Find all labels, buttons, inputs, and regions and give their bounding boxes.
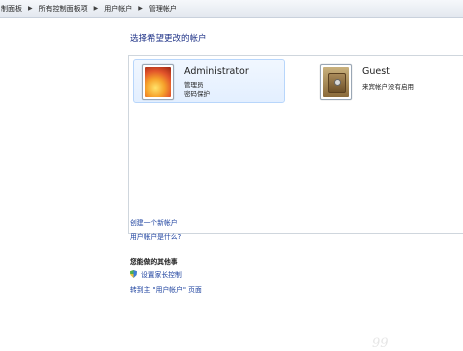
account-tile-administrator[interactable]: Administrator 管理员 密码保护 [133,59,285,103]
account-tile-guest[interactable]: Guest 来宾帐户没有启用 [311,59,463,103]
breadcrumb-item-all-items[interactable]: 所有控制面板项 [37,4,90,14]
account-status: 来宾帐户没有启用 [362,83,414,91]
parental-controls-link[interactable]: 设置家长控制 [130,269,182,279]
what-is-user-account-link[interactable]: 用户帐户是什么? [130,231,181,241]
breadcrumb: 制面板 ▶ 所有控制面板项 ▶ 用户帐户 ▶ 管理帐户 [0,0,463,18]
account-status: 密码保护 [184,90,210,98]
account-list: Administrator 管理员 密码保护 Guest 来宾帐户没有启用 [128,55,463,234]
administrator-avatar-icon [142,64,174,100]
guest-avatar-icon [320,64,352,100]
breadcrumb-item-control-panel[interactable]: 制面板 [0,4,24,14]
other-tasks-heading: 您能做的其他事 [130,258,178,266]
chevron-right-icon[interactable]: ▶ [24,5,37,12]
chevron-right-icon[interactable]: ▶ [134,5,147,12]
page-title: 选择希望更改的帐户 [130,34,207,44]
breadcrumb-item-user-accounts[interactable]: 用户帐户 [102,4,134,14]
main-content: 选择希望更改的帐户 Administrator 管理员 密码保护 Guest 来… [0,18,463,351]
shield-icon [130,270,137,278]
account-name: Guest [362,66,390,77]
breadcrumb-item-manage-accounts[interactable]: 管理帐户 [147,4,179,14]
goto-main-user-accounts-link[interactable]: 转到主 "用户帐户" 页面 [130,284,202,294]
account-name: Administrator [184,66,249,77]
watermark: 99 [372,336,389,351]
parental-controls-label: 设置家长控制 [141,271,182,279]
chevron-right-icon[interactable]: ▶ [90,5,103,12]
create-account-link[interactable]: 创建一个新帐户 [130,217,178,227]
